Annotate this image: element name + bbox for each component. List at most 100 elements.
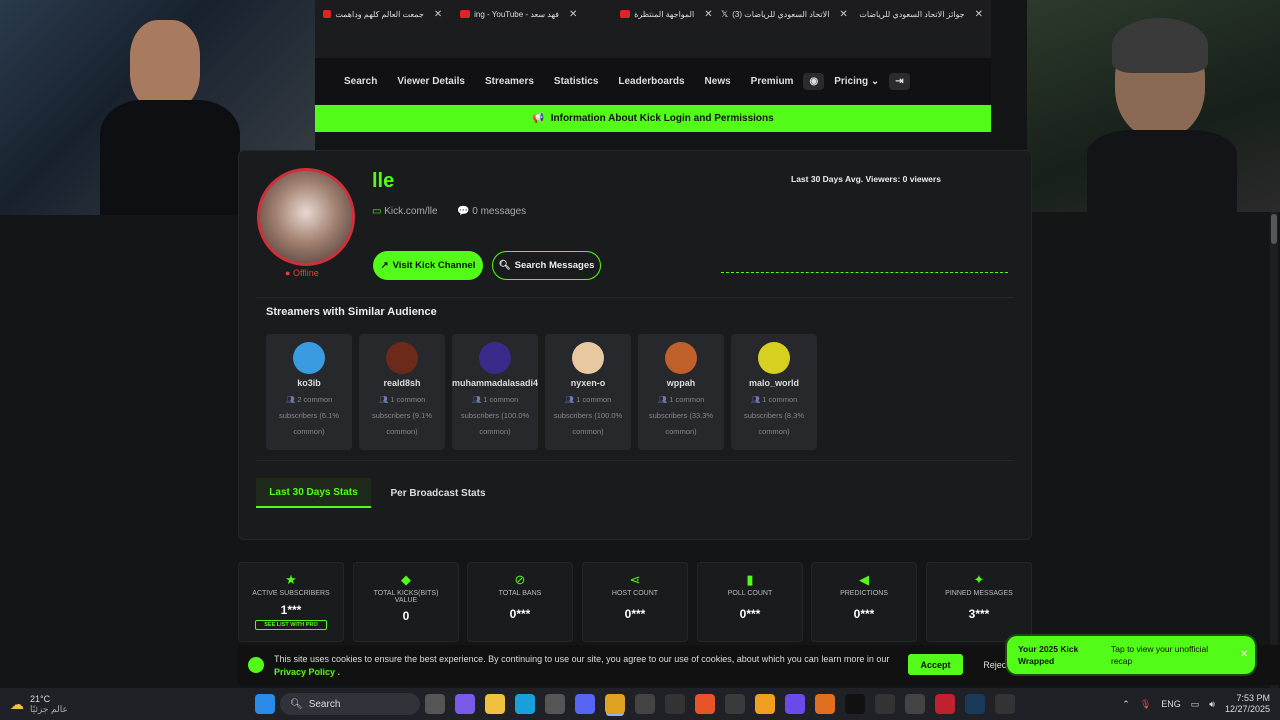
- nav-statistics[interactable]: Statistics: [544, 76, 608, 87]
- close-tab-icon[interactable]: ✕: [569, 9, 577, 20]
- weather-widget[interactable]: ☁ 21°C عالم جزئيًا: [0, 694, 250, 714]
- streamer-card[interactable]: muhammadalasadi4 👥︎ 1 common subscribers (…: [452, 334, 538, 450]
- pin-icon: ✦: [973, 572, 985, 587]
- avg-viewers: Last 30 Days Avg. Viewers: 0 viewers: [791, 174, 941, 184]
- app-icon[interactable]: [935, 694, 955, 714]
- nav-viewer-details[interactable]: Viewer Details: [387, 76, 475, 87]
- poll-icon: ▮: [746, 572, 754, 587]
- share-icon: ⋖: [629, 572, 641, 587]
- scrollbar[interactable]: [1270, 212, 1278, 688]
- close-icon[interactable]: ✕: [1240, 649, 1248, 660]
- volume-icon[interactable]: 🔊︎: [1209, 699, 1215, 710]
- app-icon[interactable]: [905, 694, 925, 714]
- nav-leaderboards[interactable]: Leaderboards: [608, 76, 694, 87]
- youtube-icon: [620, 10, 631, 18]
- browser-tab-strip: جمعت العالم كلهم وداهمت ✕ ing - YouTube -…: [315, 0, 991, 28]
- stat-total-kicks: ◆ Total Kicks(Bits) Value 0: [353, 562, 459, 642]
- discord-icon[interactable]: [575, 694, 595, 714]
- task-view-icon[interactable]: [425, 694, 445, 714]
- discord-icon[interactable]: ◉: [803, 72, 825, 90]
- streamer-card[interactable]: malo_world 👥︎ 1 common subscribers (8.3% co…: [731, 334, 817, 450]
- nav-premium[interactable]: Premium: [741, 76, 804, 87]
- kick-wrapped-popup[interactable]: Your 2025 Kick Wrapped Tap to view your …: [1007, 636, 1255, 674]
- app-icon[interactable]: [995, 694, 1015, 714]
- copilot-icon[interactable]: [455, 694, 475, 714]
- clock[interactable]: 7:53 PM 12/27/2025: [1225, 693, 1270, 715]
- app-icon[interactable]: [815, 694, 835, 714]
- message-count: 💬 0 messages: [457, 206, 527, 217]
- users-icon: 👥︎: [750, 395, 761, 404]
- chrome-icon[interactable]: [605, 694, 625, 714]
- brave-icon[interactable]: [695, 694, 715, 714]
- scrollbar-thumb[interactable]: [1271, 214, 1277, 244]
- search-messages-button[interactable]: 🔍︎ Search Messages: [492, 251, 601, 280]
- megaphone-icon: 📢: [532, 113, 545, 124]
- file-explorer-icon[interactable]: [485, 694, 505, 714]
- browser-tab[interactable]: المواجهة المنتظرة ✕: [585, 0, 720, 28]
- see-list-pro-button[interactable]: SEE LIST WITH PRO: [255, 620, 327, 630]
- login-info-banner[interactable]: 📢 Information About Kick Login and Permi…: [315, 105, 991, 132]
- streamer-card[interactable]: wppah 👥︎ 1 common subscribers (33.3% common…: [638, 334, 724, 450]
- privacy-policy-link[interactable]: Privacy Policy .: [274, 667, 340, 677]
- microphone-icon[interactable]: 🎙︎: [1140, 699, 1151, 710]
- network-icon[interactable]: ▭: [1191, 699, 1200, 710]
- search-icon: 🔍︎: [498, 260, 511, 271]
- streamer-card[interactable]: nyxen-o 👥︎ 1 common subscribers (100.0% com…: [545, 334, 631, 450]
- tab-last-30-days[interactable]: Last 30 Days Stats: [256, 478, 371, 508]
- tiktok-icon[interactable]: [845, 694, 865, 714]
- app-icon[interactable]: [875, 694, 895, 714]
- browser-tab[interactable]: 𝕏 (3) الاتحاد السعودي للرياضات ✕: [721, 0, 856, 28]
- browser-tab[interactable]: جمعت العالم كلهم وداهمت ✕: [315, 0, 450, 28]
- channel-url[interactable]: ▭ Kick.com/lle: [372, 206, 438, 217]
- section-title: Streamers with Similar Audience: [266, 306, 437, 318]
- streamer-card[interactable]: reald8sh 👥︎ 1 common subscribers (9.1% comm…: [359, 334, 445, 450]
- close-tab-icon[interactable]: ✕: [704, 9, 712, 20]
- nav-streamers[interactable]: Streamers: [475, 76, 544, 87]
- edge-icon[interactable]: [515, 694, 535, 714]
- status-badge: ● Offline: [285, 268, 319, 278]
- browser-tab[interactable]: ing - YouTube - فهد سعد ✕: [450, 0, 585, 28]
- tv-icon: ▭: [372, 206, 382, 217]
- app-icon[interactable]: [665, 694, 685, 714]
- taskbar-search[interactable]: 🔍︎ Search: [280, 693, 420, 715]
- stat-host-count: ⋖ Host Count 0***: [582, 562, 688, 642]
- close-tab-icon[interactable]: ✕: [839, 9, 847, 20]
- tab-per-broadcast[interactable]: Per Broadcast Stats: [383, 478, 493, 508]
- steam-icon[interactable]: [965, 694, 985, 714]
- windows-start-icon[interactable]: [255, 694, 275, 714]
- kick-app-icon[interactable]: [725, 694, 745, 714]
- windows-taskbar: ☁ 21°C عالم جزئيًا 🔍︎ Search ⌃ 🎙︎ ENG ▭ 🔊︎…: [0, 688, 1280, 720]
- megaphone-icon: ◀: [859, 572, 869, 587]
- users-icon: 👥︎: [471, 395, 482, 404]
- browser-tab[interactable]: جوائز الاتحاد السعودي للرياضات ✕: [856, 0, 991, 28]
- app-icon[interactable]: [785, 694, 805, 714]
- app-icon[interactable]: [635, 694, 655, 714]
- search-icon: 🔍︎: [290, 698, 303, 710]
- chat-icon: 💬: [457, 206, 470, 217]
- stat-active-subscribers: ★ Active Subscribers 1*** SEE LIST WITH PRO: [238, 562, 344, 642]
- close-tab-icon[interactable]: ✕: [434, 9, 442, 20]
- site-navbar: Search Viewer Details Streamers Statisti…: [315, 58, 991, 104]
- chevron-up-icon[interactable]: ⌃: [1122, 699, 1130, 710]
- nav-pricing[interactable]: Pricing ⌄: [824, 76, 889, 87]
- external-link-icon: ↗: [380, 260, 389, 271]
- channel-name: lle: [372, 170, 395, 192]
- chevron-down-icon: ⌄: [870, 75, 880, 87]
- login-icon[interactable]: ⇥: [889, 72, 910, 90]
- users-icon: 👥︎: [285, 395, 296, 404]
- visit-channel-button[interactable]: ↗ Visit Kick Channel: [373, 251, 483, 280]
- accept-button[interactable]: Accept: [908, 654, 963, 675]
- nav-search[interactable]: Search: [334, 76, 387, 87]
- close-tab-icon[interactable]: ✕: [975, 9, 983, 20]
- viewer-chart-line: [721, 272, 1008, 273]
- star-icon: ★: [285, 572, 297, 587]
- users-icon: 👥︎: [657, 395, 668, 404]
- app-icon[interactable]: [755, 694, 775, 714]
- offline-dot-icon: ●: [285, 268, 291, 278]
- streamer-card[interactable]: ko3ib 👥︎ 2 common subscribers (6.1% common): [266, 334, 352, 450]
- stat-predictions: ◀ Predictions 0***: [811, 562, 917, 642]
- nav-news[interactable]: News: [695, 76, 741, 87]
- x-logo-icon: 𝕏: [720, 8, 729, 19]
- streamer-avatar: [572, 342, 604, 374]
- store-icon[interactable]: [545, 694, 565, 714]
